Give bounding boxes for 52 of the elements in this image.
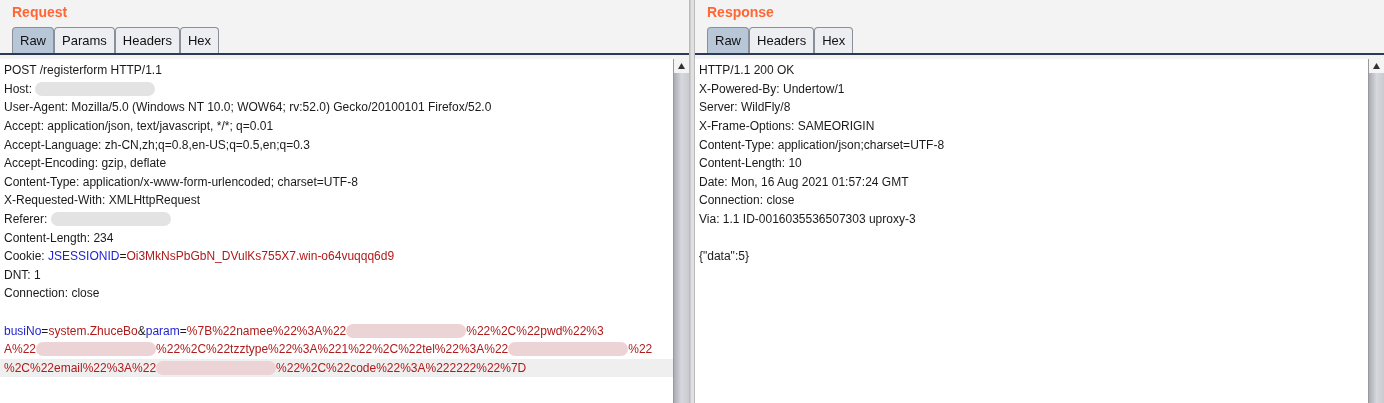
- scroll-up-icon[interactable]: [674, 59, 689, 73]
- scroll-up-icon[interactable]: [1369, 59, 1384, 73]
- tab[interactable]: Raw: [707, 27, 749, 53]
- code-text: =: [41, 322, 49, 340]
- code-text: system.ZhuceBo: [48, 322, 138, 340]
- scrollbar[interactable]: [1368, 59, 1384, 403]
- code-text: X-Powered-By: Undertow/1: [699, 80, 845, 98]
- code-text: {"data":5}: [699, 248, 749, 266]
- code-text: Referer:: [4, 211, 49, 229]
- code-text: Content-Type: application/x-www-form-urlencoded; charset=UTF-8: [4, 173, 358, 191]
- code-text: Accept-Language: zh-CN,zh;q=0.8,en-US;q=0.5,en;q=0.3: [4, 136, 310, 154]
- code-text: Accept: application/json, text/javascript, */*; q=0.01: [4, 118, 274, 136]
- code-text: Date: Mon, 16 Aug 2021 01:57:24 GMT: [699, 173, 909, 191]
- code-text: POST /registerform HTTP/1.1: [4, 62, 162, 80]
- code-text: User-Agent: Mozilla/5.0 (Windows NT 10.0; WOW64; rv:52.0) Gecko/20100101 Firefox/52.0: [4, 99, 492, 117]
- pane-title: Request: [11, 3, 69, 22]
- code-text: %2C%22email%22%3A%22: [4, 359, 157, 377]
- code-text: Cookie:: [4, 248, 46, 266]
- code-text: JSESSIONID: [48, 248, 120, 266]
- code-text: Server: WildFly/8: [699, 99, 791, 117]
- code-text: %7B%22namee%22%3A%22: [186, 322, 347, 340]
- code-text: Connection: close: [699, 192, 795, 210]
- code-text: %22%2C%22tzztype%22%3A%221%22%2C%22tel%22%3A%22: [156, 341, 509, 359]
- code-text: &: [137, 322, 146, 340]
- code-text: =: [179, 322, 187, 340]
- code-text: Via: 1.1 ID-0016035536507303 uproxy-3: [699, 211, 916, 229]
- code-text: %22%2C%22pwd%22%3: [466, 322, 604, 340]
- code-text: %22: [628, 341, 653, 359]
- code-text: =: [119, 248, 127, 266]
- code-text: busiNo: [4, 322, 42, 340]
- tab[interactable]: Params: [54, 27, 115, 53]
- tab[interactable]: Headers: [114, 27, 180, 53]
- tab[interactable]: Raw: [12, 27, 54, 53]
- code-text: Content-Length: 10: [699, 155, 802, 173]
- code-text: Connection: close: [4, 285, 100, 303]
- tab[interactable]: Hex: [814, 27, 854, 53]
- code-text: DNT: 1: [4, 266, 41, 284]
- scrollbar[interactable]: [673, 59, 689, 403]
- code-text: Oi3MkNsPbGbN_DVulKs755X7.win-o64vuqqq6d9: [126, 248, 395, 266]
- code-text: X-Frame-Options: SAMEORIGIN: [699, 118, 875, 136]
- pane-title: Response: [706, 3, 775, 22]
- code-text: Host:: [4, 80, 33, 98]
- code-text: Accept-Encoding: gzip, deflate: [4, 155, 167, 173]
- code-text: %22%2C%22code%22%3A%222222%22%7D: [276, 359, 527, 377]
- code-text: param: [145, 322, 180, 340]
- code-text: Content-Length: 234: [4, 229, 114, 247]
- code-text: A%22: [4, 341, 37, 359]
- tab[interactable]: Headers: [749, 27, 815, 53]
- tab[interactable]: Hex: [179, 27, 220, 53]
- code-text: HTTP/1.1 200 OK: [699, 62, 795, 80]
- code-text: X-Requested-With: XMLHttpRequest: [4, 192, 201, 210]
- code-text: Content-Type: application/json;charset=UTF-8: [699, 136, 945, 154]
